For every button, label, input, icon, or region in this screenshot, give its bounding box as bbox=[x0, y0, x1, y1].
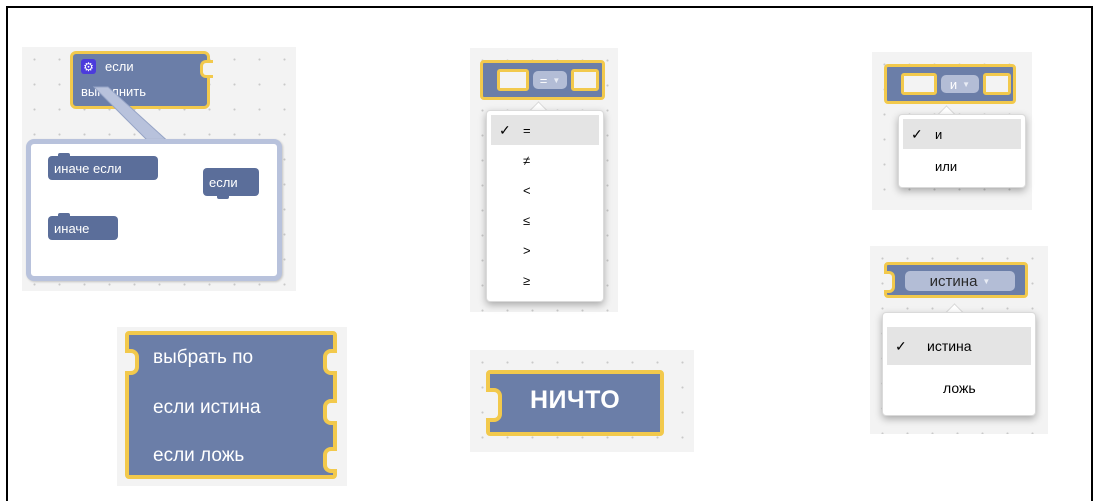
block-bump bbox=[58, 153, 70, 158]
mutator-item-else[interactable]: иначе bbox=[48, 213, 118, 240]
menu-item-neq[interactable]: ≠ bbox=[491, 145, 599, 175]
check-icon: ✓ bbox=[499, 121, 511, 138]
compare-operator-menu: ✓ = ≠ < ≤ > ≥ bbox=[486, 110, 604, 302]
output-tab bbox=[884, 271, 895, 293]
operator-value: = bbox=[539, 72, 548, 88]
mutator-item-label: иначе bbox=[54, 220, 90, 236]
logic-op-block[interactable]: и ▼ bbox=[884, 64, 1016, 104]
side-notch bbox=[200, 60, 213, 78]
dropdown-arrow-icon: ▼ bbox=[982, 276, 991, 286]
block-bump bbox=[217, 194, 229, 199]
ternary-block[interactable]: выбрать по если истина если ложь bbox=[125, 331, 337, 479]
left-input-slot bbox=[901, 73, 937, 95]
compare-operator-dropdown[interactable]: = ▼ bbox=[533, 71, 567, 89]
check-icon: ✓ bbox=[911, 125, 923, 142]
mutator-item-elseif[interactable]: иначе если bbox=[48, 153, 158, 180]
input-notch-1 bbox=[323, 349, 337, 375]
block-bump bbox=[58, 213, 70, 218]
if-label: если bbox=[105, 59, 134, 74]
null-label: НИЧТО bbox=[530, 386, 621, 414]
dropdown-arrow-icon: ▼ bbox=[552, 75, 561, 85]
compare-block-workspace: = ▼ ✓ = ≠ < ≤ > ≥ bbox=[470, 48, 618, 312]
mutator-bubble: иначе если иначе если bbox=[26, 139, 282, 281]
logic-op-workspace: и ▼ ✓ и или bbox=[872, 52, 1032, 210]
menu-item-lt[interactable]: < bbox=[491, 175, 599, 205]
menu-item-eq[interactable]: ✓ = bbox=[491, 115, 599, 145]
input-notch-3 bbox=[323, 447, 337, 473]
input-notch-2 bbox=[323, 399, 337, 425]
operator-value: и bbox=[949, 76, 958, 92]
gear-icon[interactable]: ⚙ bbox=[81, 59, 96, 74]
check-icon: ✓ bbox=[895, 337, 907, 354]
menu-item-gt[interactable]: > bbox=[491, 235, 599, 265]
boolean-value: истина bbox=[929, 272, 978, 290]
if-block-workspace: ⚙ если выполнить иначе если иначе если bbox=[22, 47, 296, 291]
logic-operator-dropdown[interactable]: и ▼ bbox=[941, 75, 979, 93]
boolean-block[interactable]: истина ▼ bbox=[884, 262, 1028, 298]
mutator-pointer bbox=[92, 86, 174, 146]
compare-block[interactable]: = ▼ bbox=[480, 60, 605, 100]
menu-item-true[interactable]: ✓ истина bbox=[887, 327, 1031, 365]
output-tab bbox=[486, 388, 502, 422]
dropdown-arrow-icon: ▼ bbox=[962, 79, 971, 89]
ternary-line-if-false: если ложь bbox=[153, 445, 245, 466]
menu-item-gte[interactable]: ≥ bbox=[491, 265, 599, 295]
right-input-slot bbox=[983, 73, 1011, 95]
menu-item-and[interactable]: ✓ и bbox=[903, 119, 1021, 149]
left-input-slot bbox=[497, 69, 529, 91]
ternary-line-select: выбрать по bbox=[153, 347, 254, 368]
boolean-menu: ✓ истина ложь bbox=[882, 312, 1036, 416]
null-workspace: НИЧТО bbox=[470, 350, 694, 452]
menu-item-lte[interactable]: ≤ bbox=[491, 205, 599, 235]
boolean-dropdown[interactable]: истина ▼ bbox=[905, 271, 1015, 291]
menu-item-or[interactable]: или bbox=[903, 151, 1021, 181]
mutator-container-if[interactable]: если bbox=[203, 168, 259, 199]
logic-operator-menu: ✓ и или bbox=[898, 114, 1026, 188]
null-block[interactable]: НИЧТО bbox=[486, 370, 664, 436]
ternary-workspace: выбрать по если истина если ложь bbox=[117, 327, 347, 486]
mutator-item-label: иначе если bbox=[54, 160, 122, 176]
menu-item-false[interactable]: ложь bbox=[887, 369, 1031, 407]
ternary-line-if-true: если истина bbox=[153, 397, 261, 418]
boolean-workspace: истина ▼ ✓ истина ложь bbox=[870, 246, 1048, 434]
mutator-container-label: если bbox=[209, 174, 238, 190]
output-tab bbox=[125, 349, 139, 375]
right-input-slot bbox=[571, 69, 599, 91]
